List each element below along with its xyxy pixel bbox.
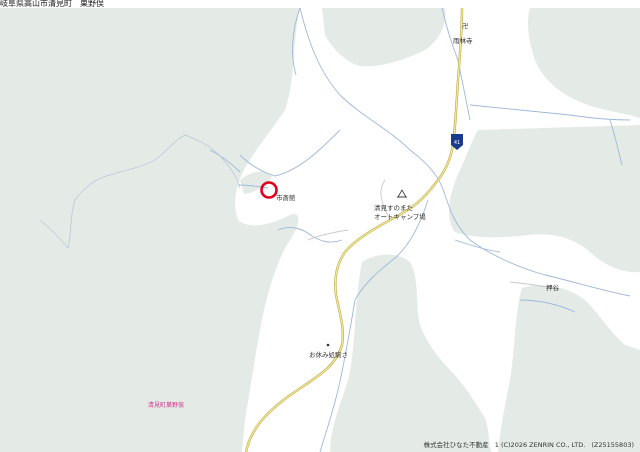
temple-icon: 卍 (462, 22, 469, 30)
route-number-label: 41 (454, 140, 460, 146)
map-footer: 株式会社ひなた不動産 1 (C)2026 ZENRIN CO., LTD. (Z… (420, 441, 634, 449)
facility-label: 市斎館 (276, 194, 296, 202)
footer-company: 株式会社ひなた不動産 (423, 441, 489, 449)
east-place-label: 押谷 (546, 284, 559, 292)
footer-copyright: 1 (C)2026 ZENRIN CO., LTD. (494, 441, 586, 449)
map-canvas[interactable]: 41 (0, 0, 640, 452)
footer-license: (Z25155803) (591, 441, 634, 449)
district-label: 清見町巣野俣 (148, 402, 185, 409)
rest-area-label: お休み処駒さ (309, 351, 348, 359)
campground-label-line2: オートキャンプ場 (374, 213, 426, 221)
campground-label-line1: 清見すのまた (374, 204, 413, 212)
temple-label: 雨林寺 (453, 37, 473, 45)
address-title: 岐阜県高山市清見町 巣野俣 (0, 0, 104, 8)
point-icon (326, 343, 330, 347)
